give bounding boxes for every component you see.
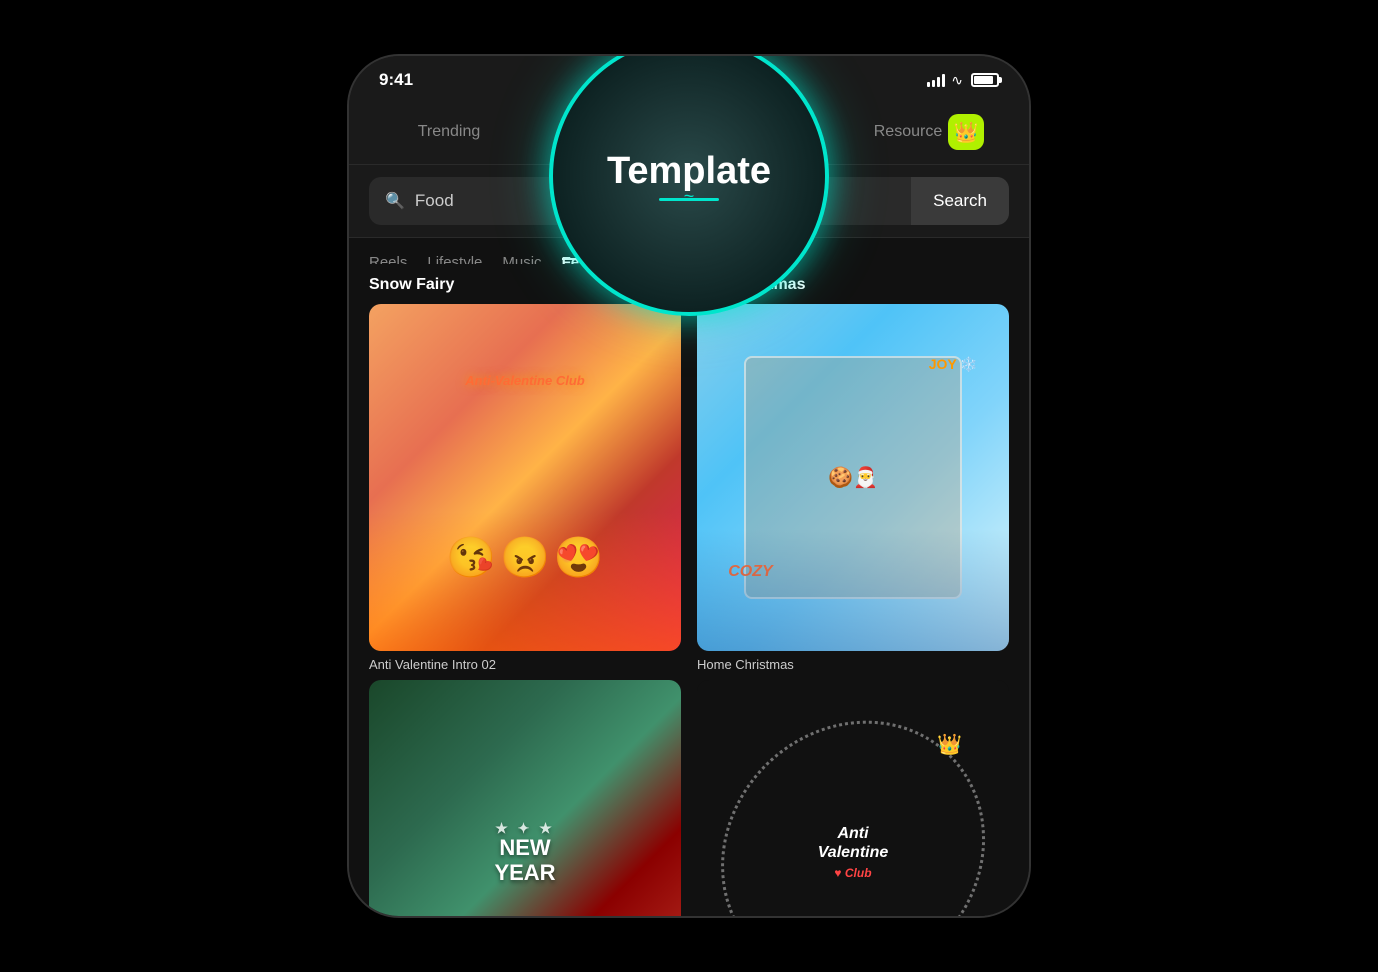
section-row-2: ★ ✦ ★ NEWYEAR AntiValentine♥ — [369, 680, 1009, 916]
card-christmas-label: Home Christmas — [697, 657, 1009, 672]
content-grid: Snow Fairy Anti-Valentine Club 😘😠😍 Anti … — [349, 264, 1029, 916]
card-christmas[interactable]: 🍪🎅 COZY JOY ❄️ — [697, 304, 1009, 651]
tab-resource-label: Resource — [874, 123, 942, 141]
battery-icon — [971, 73, 999, 87]
section-antival2: AntiValentine♥ Club 👑 — [697, 680, 1009, 916]
newyear-text: ★ ✦ ★ NEWYEAR — [494, 821, 555, 885]
wifi-icon: ∿ — [951, 72, 963, 89]
antival2-text: AntiValentine♥ Club — [818, 824, 889, 882]
section-newyear: ★ ✦ ★ NEWYEAR — [369, 680, 681, 916]
card-antival2[interactable]: AntiValentine♥ Club 👑 — [697, 680, 1009, 916]
joy-text: JOY ❄️ — [929, 356, 978, 373]
search-placeholder-text: Food — [415, 191, 454, 211]
status-icons: ∿ — [927, 72, 999, 89]
section-row-1: Snow Fairy Anti-Valentine Club 😘😠😍 Anti … — [369, 276, 1009, 672]
tab-resource[interactable]: Resource 👑 — [849, 108, 1009, 156]
section-snow-fairy: Snow Fairy Anti-Valentine Club 😘😠😍 Anti … — [369, 276, 681, 672]
section-big-christmas: Big Christmas 🍪🎅 COZY JOY ❄️ Home Christ… — [697, 276, 1009, 672]
category-lifestyle[interactable]: Lifestyle — [427, 254, 482, 258]
signal-icon — [927, 73, 945, 87]
template-underline — [659, 198, 719, 201]
card-valentine-label: Anti Valentine Intro 02 — [369, 657, 681, 672]
search-icon: 🔍 — [385, 191, 405, 211]
category-music[interactable]: Music — [502, 254, 541, 258]
crown-badge: 👑 — [948, 114, 984, 150]
card-valentine-title-text: Anti-Valentine Club — [465, 373, 584, 388]
tab-trending[interactable]: Trending — [369, 117, 529, 147]
status-time: 9:41 — [379, 70, 413, 90]
card-newyear[interactable]: ★ ✦ ★ NEWYEAR — [369, 680, 681, 916]
category-reels[interactable]: Reels — [369, 254, 407, 258]
phone-frame: 9:41 ∿ Trending Template — [349, 56, 1029, 916]
card-valentine[interactable]: Anti-Valentine Club 😘😠😍 — [369, 304, 681, 651]
search-button[interactable]: Search — [911, 177, 1009, 225]
phone-wrapper: 9:41 ∿ Trending Template — [349, 56, 1029, 916]
